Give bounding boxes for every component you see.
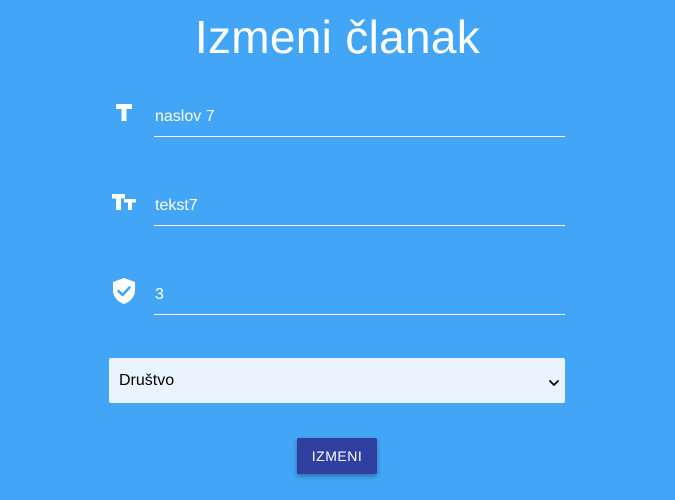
- title-input[interactable]: [154, 97, 565, 137]
- chevron-down-icon: [549, 375, 559, 386]
- category-select-value: Društvo: [119, 372, 175, 389]
- rating-field-row: [109, 275, 565, 319]
- text-input[interactable]: [154, 186, 565, 226]
- text-size-icon: [109, 186, 139, 216]
- title-field-row: [109, 97, 565, 141]
- rating-input[interactable]: [154, 275, 565, 315]
- title-icon: [109, 97, 139, 127]
- verified-shield-icon: [109, 276, 139, 306]
- izmeni-button[interactable]: IZMENI: [297, 438, 377, 474]
- category-select[interactable]: Društvo: [109, 358, 565, 403]
- text-field-row: [109, 186, 565, 230]
- page-title: Izmeni članak: [194, 11, 481, 63]
